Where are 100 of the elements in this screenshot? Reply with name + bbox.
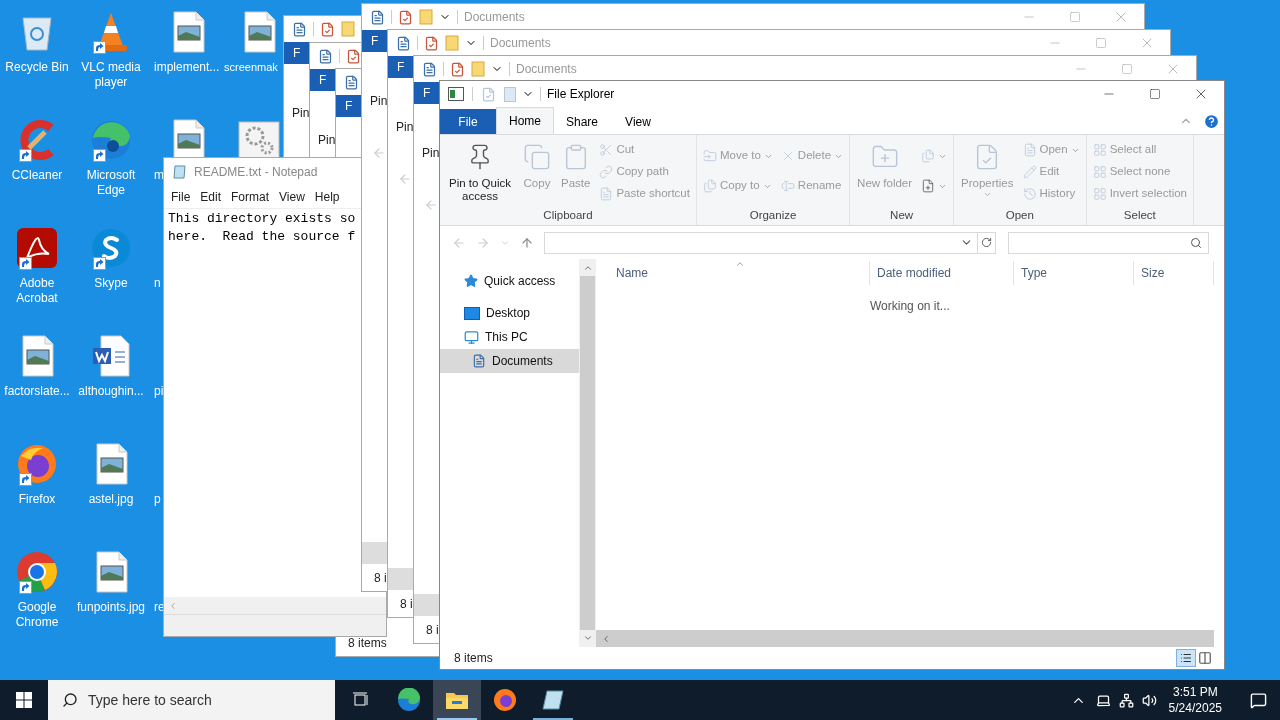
column-header[interactable]: Date modified [870, 261, 1014, 285]
device-icon[interactable] [1095, 692, 1111, 708]
ribbon-tab[interactable]: Home [496, 107, 554, 134]
desktop-icon-label[interactable]: implement... [154, 60, 220, 75]
address-field[interactable] [544, 231, 996, 254]
menu-item[interactable]: Format [226, 188, 275, 206]
text-line: here. Read the source f [168, 228, 356, 246]
ribbon-icon [1092, 143, 1107, 157]
menu-item[interactable]: Edit [195, 188, 227, 206]
column-header[interactable]: Type [1014, 261, 1134, 285]
ribbon-tab[interactable]: Share [554, 109, 610, 134]
shortcut-arrow-icon [93, 149, 106, 162]
pin-label[interactable]: Pin [310, 131, 336, 149]
details-view-button[interactable] [1176, 649, 1196, 667]
explorer-icon[interactable] [448, 87, 464, 101]
column-header[interactable]: Size [1134, 261, 1214, 285]
document-icon[interactable] [292, 21, 307, 37]
tree-item[interactable]: Documents [440, 349, 580, 373]
desktop-icon [464, 306, 480, 320]
volume-icon[interactable] [1141, 692, 1157, 708]
desktop-icon-label[interactable]: althoughin... [74, 384, 148, 399]
window-title: File Explorer [547, 86, 615, 103]
vertical-scrollbar[interactable] [579, 259, 596, 647]
pin-label[interactable]: Pin [414, 144, 440, 162]
scroll-down-icon[interactable] [582, 633, 593, 643]
ribbon-icon [702, 179, 717, 193]
scroll-left-icon[interactable] [601, 633, 611, 644]
group-label: Select [1123, 208, 1156, 223]
search-icon [1190, 236, 1202, 249]
network-icon[interactable] [1118, 692, 1134, 708]
partial-tab[interactable]: F [310, 69, 336, 91]
ribbon-button[interactable]: Pin to Quick access [444, 135, 516, 207]
group-label: Open [1005, 208, 1034, 223]
desktop-icon-label[interactable]: Recycle Bin [0, 60, 74, 75]
desktop-icon-label[interactable]: m [154, 168, 164, 183]
partial-tab[interactable]: F [362, 30, 388, 52]
desktop-icon-label[interactable]: p [154, 492, 161, 507]
menu-item[interactable]: View [274, 188, 310, 206]
help-icon[interactable] [1203, 113, 1220, 130]
tree-item[interactable]: Quick access [440, 269, 580, 293]
desktop-icon-label[interactable]: VLC media player [74, 60, 148, 90]
desktop-icon-label[interactable]: Google Chrome [0, 600, 74, 630]
desktop-icon-label[interactable]: n [154, 276, 161, 291]
pin-label[interactable]: Pin [388, 118, 414, 136]
document-icon[interactable] [344, 74, 359, 90]
maximize-icon [1149, 88, 1161, 100]
desktop-icon-label[interactable]: factorslate... [0, 384, 74, 399]
taskbar-search-field[interactable]: Type here to search [48, 680, 335, 720]
partial-tab[interactable]: F [284, 42, 310, 64]
desktop-icon-label[interactable]: pi [154, 384, 164, 399]
horizontal-scrollbar[interactable] [164, 597, 386, 614]
desktop-icon-label[interactable]: funpoints.jpg [74, 600, 148, 615]
partial-tab[interactable]: F [414, 82, 440, 104]
shortcut-arrow-icon [93, 41, 106, 54]
pin-label[interactable]: Pin [284, 104, 310, 122]
pin-label[interactable]: Pin [362, 92, 388, 110]
search-field[interactable] [1008, 231, 1209, 254]
partial-tab[interactable]: F [388, 56, 414, 78]
desktop-icon-label[interactable]: screenmak [224, 60, 278, 75]
taskbar-app[interactable] [433, 680, 481, 720]
clock[interactable]: 3:51 PM 5/24/2025 [1160, 684, 1230, 716]
scroll-up-icon[interactable] [582, 263, 593, 273]
partial-tab[interactable]: F [336, 95, 362, 117]
column-header[interactable]: Name [596, 261, 870, 285]
shortcut-arrow-icon [19, 257, 32, 270]
desktop-icon-label[interactable]: Skype [74, 276, 148, 291]
desktop-icon-label[interactable]: Microsoft Edge [74, 168, 148, 198]
ribbon-icon [523, 143, 551, 171]
windows-logo-icon [16, 692, 32, 708]
ribbon-tab[interactable]: View [610, 109, 666, 134]
firefox-icon [493, 688, 517, 712]
window-title: Documents [464, 9, 525, 26]
document-icon[interactable] [370, 9, 385, 25]
checklist-icon[interactable] [320, 21, 335, 37]
shortcut-arrow-icon [93, 257, 106, 270]
horizontal-scrollbar[interactable] [596, 630, 1214, 647]
notepad-icon[interactable] [172, 164, 188, 180]
document-icon[interactable] [422, 61, 437, 77]
tiles-view-icon[interactable] [1198, 651, 1212, 665]
desktop-icon-label[interactable]: Adobe Acrobat [0, 276, 74, 306]
menu-item[interactable]: File [166, 188, 196, 206]
maximize-icon [1095, 37, 1107, 49]
checklist-icon[interactable] [450, 61, 465, 77]
refresh-icon[interactable] [981, 237, 992, 248]
window-title: README.txt - Notepad [194, 164, 318, 181]
menu-item[interactable]: Help [309, 188, 345, 206]
tree-item[interactable]: This PC [440, 325, 580, 349]
document-icon[interactable] [318, 48, 333, 64]
document-icon [472, 354, 486, 368]
checklist-icon[interactable] [398, 9, 413, 25]
checklist-icon[interactable] [346, 48, 361, 64]
caret-icon [982, 190, 992, 199]
checklist-icon[interactable] [424, 35, 439, 51]
desktop-icon-label[interactable]: astel.jpg [74, 492, 148, 507]
desktop-icon-label[interactable]: Firefox [0, 492, 74, 507]
tree-item[interactable]: Desktop [440, 301, 580, 325]
ribbon-tab[interactable]: File [440, 109, 496, 134]
desktop-icon-label[interactable]: CCleaner [0, 168, 74, 183]
ribbon-icon [921, 179, 936, 193]
document-icon[interactable] [396, 35, 411, 51]
